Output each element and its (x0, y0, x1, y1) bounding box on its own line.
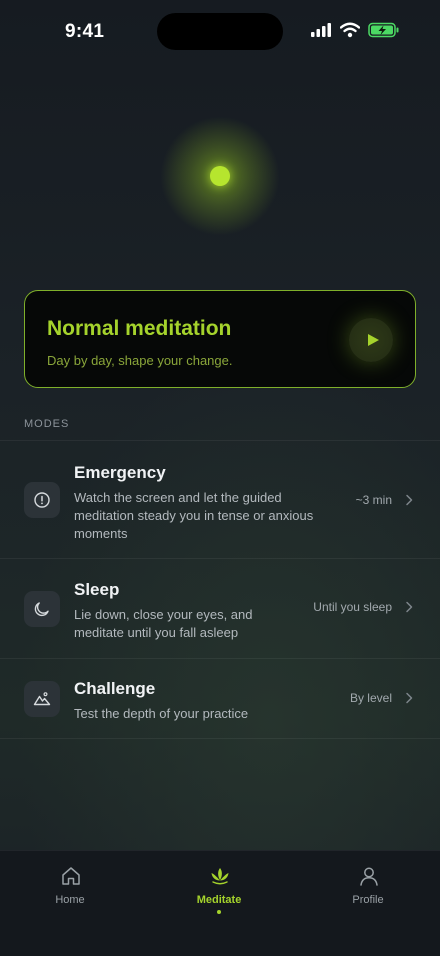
mode-icon-box (24, 482, 60, 518)
home-icon (62, 867, 80, 885)
meditation-screen: 9:41 Normal meditation Day by day, shape… (0, 0, 440, 956)
alert-circle-icon (34, 492, 50, 508)
mode-title: Challenge (74, 679, 156, 698)
active-indicator-dot (217, 910, 221, 914)
normal-meditation-card[interactable]: Normal meditation Day by day, shape your… (24, 290, 416, 388)
nav-label: Home (55, 894, 85, 906)
user-icon (360, 867, 378, 886)
mode-icon-box (24, 681, 60, 717)
wifi-icon (340, 22, 360, 38)
mode-title: Emergency (74, 463, 166, 482)
breathing-orb (210, 166, 230, 186)
mode-description: Watch the screen and let the guided medi… (74, 490, 314, 541)
chevron-right-icon (406, 692, 413, 704)
nav-item-meditate[interactable]: Meditate (159, 865, 279, 935)
mode-description: Lie down, close your eyes, and meditate … (74, 607, 253, 640)
mode-meta: Until you sleep (313, 600, 392, 614)
nav-label: Profile (352, 894, 384, 906)
status-bar: 9:41 (0, 0, 440, 60)
cellular-signal-icon (311, 23, 331, 37)
lotus-icon (211, 868, 229, 885)
nav-item-home[interactable]: Home (10, 865, 130, 935)
hero-subtitle: Day by day, shape your change. (47, 353, 233, 368)
bottom-nav: Home Meditate Profile (0, 850, 440, 956)
dynamic-island (157, 13, 283, 50)
mode-row-challenge[interactable]: Challenge Test the depth of your practic… (0, 658, 440, 739)
mountain-icon (33, 692, 51, 706)
mode-meta: ~3 min (355, 493, 392, 507)
chevron-right-icon (406, 601, 413, 613)
hero-title: Normal meditation (47, 317, 232, 340)
mode-title: Sleep (74, 580, 120, 599)
mode-row-sleep[interactable]: Sleep Lie down, close your eyes, and med… (0, 558, 440, 658)
moon-icon (34, 602, 49, 617)
play-button[interactable] (349, 318, 393, 362)
nav-item-profile[interactable]: Profile (308, 865, 428, 935)
status-icons (310, 22, 400, 38)
mode-description: Test the depth of your practice (74, 706, 249, 721)
battery-charging-icon (368, 22, 399, 38)
status-time: 9:41 (65, 21, 105, 42)
nav-label: Meditate (196, 894, 242, 906)
mode-icon-box (24, 591, 60, 627)
chevron-right-icon (406, 494, 413, 506)
modes-list: Emergency Watch the screen and let the g… (0, 440, 440, 739)
play-icon (367, 334, 379, 346)
mode-row-emergency[interactable]: Emergency Watch the screen and let the g… (0, 440, 440, 558)
modes-section-label: MODES (24, 418, 70, 430)
mode-meta: By level (349, 691, 392, 705)
